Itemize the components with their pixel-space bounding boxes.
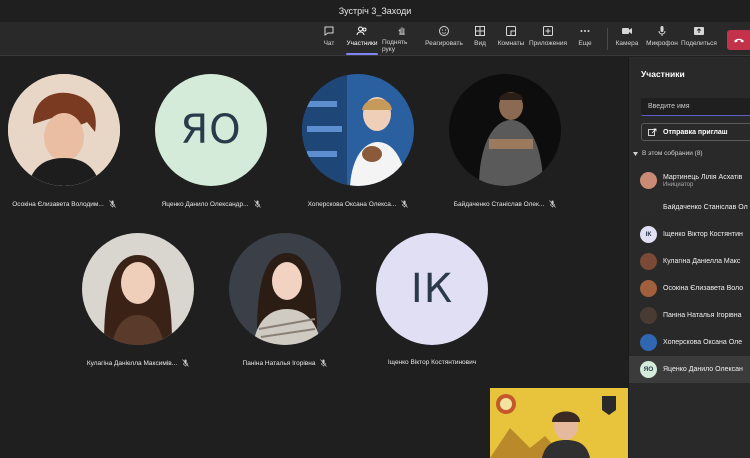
apps-button[interactable]: Приложения	[529, 25, 567, 53]
people-icon	[356, 26, 367, 36]
participant-list-item[interactable]: Байдаченко Станіслав Ол	[629, 194, 750, 221]
participant-list-item[interactable]: Мартинець Лілія Асхатів Инициатор	[629, 167, 750, 194]
breakout-rooms-button[interactable]: Комнаты	[497, 25, 525, 53]
share-link-icon	[648, 128, 657, 136]
in-meeting-section-header[interactable]: В этом собрании (8)	[633, 150, 703, 157]
avatar	[640, 280, 657, 297]
avatar	[640, 307, 657, 324]
share-invite-button[interactable]: Отправка приглаш	[641, 123, 750, 141]
user-photo	[229, 233, 341, 345]
participants-button[interactable]: Участники	[344, 25, 380, 55]
share-screen-icon	[694, 27, 704, 35]
share-button[interactable]: Поделиться	[681, 25, 717, 53]
participant-list-item[interactable]: Осокіна Єлизавета Воло	[629, 275, 750, 302]
participants-panel: Участники Введите имя Отправка приглаш В…	[628, 57, 750, 458]
participant-list-item[interactable]: ЯО Яценко Данило Олексан	[629, 356, 750, 383]
participant-avatar[interactable]	[82, 233, 194, 345]
user-photo	[302, 74, 414, 186]
chat-icon	[324, 26, 334, 36]
more-dots-icon	[580, 30, 590, 32]
participant-list-item[interactable]: ІК Іщенко Віктор Костянтин	[629, 221, 750, 248]
toolbar-divider	[607, 28, 608, 50]
participant-avatar[interactable]	[302, 74, 414, 186]
camera-button[interactable]: Камера	[614, 25, 640, 53]
participant-list-item[interactable]: Кулагіна Даніелла Макс	[629, 248, 750, 275]
tile-name-label: Іщенко Віктор Костянтинович	[387, 359, 477, 366]
microphone-button[interactable]: Микрофон	[645, 25, 679, 53]
user-photo	[449, 74, 561, 186]
avatar: ІК	[640, 226, 657, 243]
hangup-icon	[734, 38, 744, 43]
title-bar: Зустріч 3_Заходи	[0, 0, 750, 22]
mic-muted-icon	[108, 200, 116, 208]
avatar	[640, 199, 657, 216]
tile-name-label: Байдаченко Станіслав Олек...	[415, 200, 595, 208]
search-input[interactable]: Введите имя	[641, 98, 750, 116]
mic-muted-icon	[401, 200, 409, 208]
mic-muted-icon	[320, 359, 328, 367]
mic-muted-icon	[182, 359, 189, 367]
participant-avatar[interactable]	[449, 74, 561, 186]
avatar	[640, 253, 657, 270]
more-button[interactable]: Еще	[576, 25, 594, 53]
user-photo	[8, 74, 120, 186]
meeting-toolbar: Чат Участники Поднять руку Реагировать В…	[0, 22, 750, 56]
participant-avatar[interactable]	[8, 74, 120, 186]
avatar	[640, 172, 657, 189]
panel-title: Участники	[641, 69, 685, 79]
hand-icon	[398, 27, 405, 35]
user-photo	[82, 233, 194, 345]
smiley-icon	[439, 26, 449, 36]
camera-icon	[622, 28, 632, 34]
microphone-icon	[658, 26, 666, 36]
react-button[interactable]: Реагировать	[425, 25, 463, 53]
self-view-frame	[490, 388, 628, 458]
participant-avatar[interactable]	[229, 233, 341, 345]
self-view-video[interactable]	[490, 388, 628, 458]
rooms-icon	[506, 26, 516, 36]
chevron-down-icon	[633, 151, 638, 156]
mic-muted-icon	[549, 200, 557, 208]
chat-button[interactable]: Чат	[318, 25, 340, 53]
avatar	[640, 334, 657, 351]
participant-list-item[interactable]: Паніна Наталья Ігорівна	[629, 302, 750, 329]
raise-hand-button[interactable]: Поднять руку	[382, 25, 422, 53]
view-button[interactable]: Вид	[470, 25, 490, 53]
mic-muted-icon	[253, 200, 261, 208]
avatar: ЯО	[640, 361, 657, 378]
participant-initials-avatar[interactable]: ЯО	[155, 74, 267, 186]
video-stage: Осокіна Єлизавета Володим... ЯО Яценко Д…	[0, 57, 628, 458]
grid-view-icon	[475, 26, 485, 36]
leave-button[interactable]	[727, 30, 750, 50]
participant-list-item[interactable]: Хоперскова Оксана Оле	[629, 329, 750, 356]
meeting-title: Зустріч 3_Заходи	[338, 6, 412, 16]
plus-box-icon	[543, 26, 553, 36]
participant-initials-avatar[interactable]: ІК	[376, 233, 488, 345]
